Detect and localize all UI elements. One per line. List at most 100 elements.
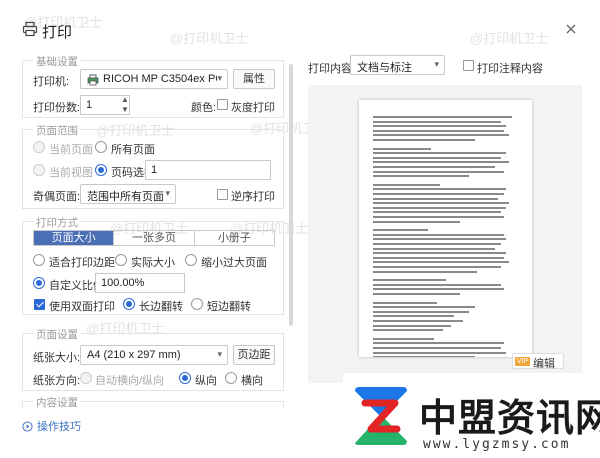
- annotation-checkbox[interactable]: [463, 60, 474, 71]
- preview-text-line: [373, 324, 452, 327]
- preview-text-line: [373, 129, 504, 132]
- current-view-label: 当前视图: [49, 167, 93, 179]
- brand-name: 中盟资讯网: [419, 396, 600, 440]
- preview-text-line: [373, 116, 513, 118]
- current-view-radio[interactable]: [33, 164, 45, 176]
- brand-url: www.lygzmsy.com: [423, 437, 571, 452]
- auto-orientation-radio[interactable]: [80, 372, 92, 384]
- margins-button[interactable]: 页边距: [233, 345, 275, 365]
- paper-size-select[interactable]: A4 (210 x 297 mm) ▾: [80, 345, 228, 365]
- short-edge-radio[interactable]: [191, 298, 203, 310]
- tab-page-size[interactable]: 页面大小: [34, 231, 115, 245]
- chevron-down-icon: ▾: [217, 349, 222, 359]
- preview-text-line: [373, 310, 469, 313]
- scrollbar[interactable]: [289, 64, 293, 326]
- reverse-label: 逆序打印: [231, 191, 275, 203]
- preview-text-line: [373, 306, 475, 309]
- preview-text-line: [373, 279, 446, 282]
- page-select-value: 1: [151, 164, 158, 176]
- all-pages-radio[interactable]: [95, 141, 107, 153]
- landscape-label: 横向: [241, 375, 263, 387]
- title-bar: 打印: [0, 0, 600, 48]
- content-label: 打印内容:: [308, 63, 356, 75]
- grayscale-label: 灰度打印: [231, 102, 275, 114]
- settings-panel: 基础设置 打印机: RICOH MP C3504ex PCL 6 ▾ 属性 打印…: [0, 48, 300, 408]
- basic-settings-section: 基础设置 打印机: RICOH MP C3504ex PCL 6 ▾ 属性 打印…: [22, 54, 284, 118]
- current-page-radio[interactable]: [33, 141, 45, 153]
- chevron-down-icon: ▾: [165, 188, 170, 198]
- content-select[interactable]: 文档与标注 ▾: [350, 55, 445, 75]
- odd-even-select[interactable]: 范围中所有页面 ▾: [80, 184, 176, 204]
- section-legend: 页面范围: [33, 123, 81, 138]
- content-value: 文档与标注: [357, 62, 412, 74]
- properties-button[interactable]: 属性: [233, 69, 275, 89]
- edit-button[interactable]: VIP 编辑: [512, 353, 564, 370]
- close-icon[interactable]: [564, 22, 578, 36]
- preview-text-line: [373, 170, 504, 173]
- long-edge-radio[interactable]: [123, 298, 135, 310]
- chevron-down-icon[interactable]: ▼: [119, 105, 131, 115]
- duplex-checkbox[interactable]: [34, 299, 45, 310]
- custom-scale-value: 100.00%: [101, 277, 145, 289]
- fit-margin-radio[interactable]: [33, 254, 45, 266]
- tab-multi-page[interactable]: 一张多页: [114, 231, 195, 245]
- preview-text-line: [373, 233, 504, 236]
- section-legend: 页面设置: [33, 327, 81, 342]
- page-select-input[interactable]: 1: [145, 160, 271, 180]
- section-legend: 内容设置: [33, 395, 81, 408]
- actual-size-label: 实际大小: [131, 257, 175, 269]
- tips-link[interactable]: 操作技巧: [22, 418, 81, 434]
- portrait-radio[interactable]: [179, 372, 191, 384]
- edit-label: 编辑: [533, 358, 555, 370]
- preview-text-line: [373, 270, 478, 273]
- copies-value: 1: [86, 99, 93, 111]
- copies-stepper[interactable]: ▲ ▼: [119, 95, 131, 115]
- preview-text-line: [373, 134, 510, 137]
- preview-text-line: [373, 283, 501, 286]
- window-title: 打印: [42, 24, 73, 41]
- printer-label: 打印机:: [33, 76, 70, 88]
- duplex-label: 使用双面打印: [49, 301, 115, 313]
- shrink-large-radio[interactable]: [185, 254, 197, 266]
- preview-text-line: [373, 202, 510, 205]
- preview-text-line: [373, 247, 495, 250]
- custom-scale-input[interactable]: 100.00%: [95, 273, 185, 293]
- page-range-section: 页面范围 当前页面 所有页面 当前视图 页码选择: 1 奇偶页面: 范围中所有页…: [22, 123, 284, 209]
- auto-orientation-label: 自动横向/纵向: [95, 375, 165, 387]
- preview-text-line: [373, 125, 507, 128]
- preview-text-line: [373, 356, 475, 357]
- page-select-radio[interactable]: [95, 164, 107, 176]
- preview-text-line: [373, 256, 504, 259]
- chevron-down-icon: ▾: [434, 59, 439, 69]
- tab-booklet[interactable]: 小册子: [195, 231, 274, 245]
- grayscale-checkbox[interactable]: [217, 99, 228, 110]
- reverse-checkbox[interactable]: [217, 189, 228, 200]
- current-page-label: 当前页面: [49, 144, 93, 156]
- preview-text-line: [373, 337, 434, 340]
- preview-text-line: [373, 206, 507, 209]
- preview-text-line: [373, 211, 501, 214]
- vip-badge: VIP: [515, 357, 530, 366]
- preview-text-line: [373, 139, 475, 141]
- print-mode-tabs: 页面大小 一张多页 小册子: [33, 230, 275, 246]
- chevron-down-icon: ▾: [217, 73, 222, 83]
- chevron-up-icon[interactable]: ▲: [119, 95, 131, 105]
- preview-text-line: [373, 188, 507, 191]
- printer-select[interactable]: RICOH MP C3504ex PCL 6 ▾: [80, 69, 228, 89]
- preview-text-line: [373, 183, 440, 186]
- preview-text-line: [373, 320, 463, 322]
- shrink-large-label: 缩小过大页面: [201, 257, 267, 269]
- section-legend: 打印方式: [33, 215, 81, 230]
- actual-size-radio[interactable]: [115, 254, 127, 266]
- custom-scale-radio[interactable]: [33, 277, 45, 289]
- preview-text-line: [373, 220, 460, 223]
- landscape-radio[interactable]: [225, 372, 237, 384]
- preview-text-line: [373, 293, 460, 295]
- preview-text-line: [373, 266, 501, 268]
- annotation-label: 打印注释内容: [477, 63, 543, 75]
- page-setup-section: 页面设置 纸张大小: A4 (210 x 297 mm) ▾ 页边距 纸张方向:…: [22, 327, 284, 391]
- preview-text-line: [373, 156, 501, 159]
- preview-text-line: [373, 229, 429, 232]
- preview-text-line: [373, 351, 507, 354]
- preview-text-line: [373, 243, 501, 245]
